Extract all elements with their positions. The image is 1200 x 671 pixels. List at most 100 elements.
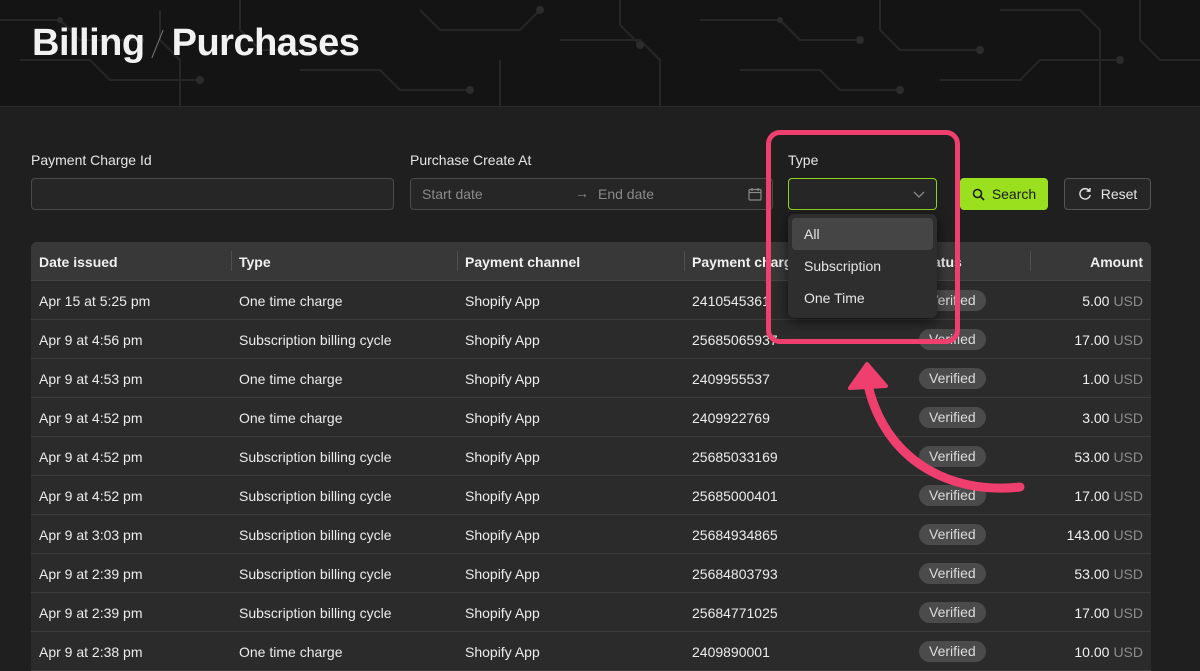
amount-currency: USD bbox=[1113, 410, 1143, 426]
cell-channel: Shopify App bbox=[465, 449, 540, 465]
amount-currency: USD bbox=[1113, 644, 1143, 660]
amount-value: 53.00 bbox=[1074, 566, 1110, 582]
column-divider bbox=[457, 251, 458, 271]
reload-icon bbox=[1078, 187, 1091, 200]
table-row[interactable]: Apr 9 at 2:39 pm Subscription billing cyc… bbox=[31, 554, 1151, 593]
amount-value: 5.00 bbox=[1082, 293, 1110, 309]
amount-value: 17.00 bbox=[1074, 332, 1110, 348]
cell-amount: 3.00 USD bbox=[1082, 410, 1143, 426]
cell-amount: 53.00 USD bbox=[1074, 566, 1143, 582]
page-title: Purchases bbox=[171, 22, 360, 64]
status-badge: Verified bbox=[919, 563, 986, 584]
cell-charge: 25685065937 bbox=[692, 332, 778, 348]
cell-charge: 25684934865 bbox=[692, 527, 778, 543]
cell-date: Apr 9 at 4:53 pm bbox=[39, 371, 143, 387]
amount-currency: USD bbox=[1113, 293, 1143, 309]
cell-date: Apr 9 at 3:03 pm bbox=[39, 527, 143, 543]
cell-channel: Shopify App bbox=[465, 605, 540, 621]
cell-date: Apr 9 at 4:56 pm bbox=[39, 332, 143, 348]
annotation-arrow-icon bbox=[848, 362, 1025, 493]
cell-channel: Shopify App bbox=[465, 488, 540, 504]
cell-charge: 25684771025 bbox=[692, 605, 778, 621]
payment-charge-id-input[interactable] bbox=[31, 178, 394, 210]
cell-amount: 17.00 USD bbox=[1074, 488, 1143, 504]
amount-value: 53.00 bbox=[1074, 449, 1110, 465]
cell-charge: 25685033169 bbox=[692, 449, 778, 465]
cell-type: One time charge bbox=[239, 644, 343, 660]
cell-charge: 2409955537 bbox=[692, 371, 770, 387]
purchase-create-at-label: Purchase Create At bbox=[410, 152, 532, 168]
date-range-separator: → bbox=[575, 185, 589, 201]
table-row[interactable]: Apr 9 at 2:39 pm Subscription billing cyc… bbox=[31, 593, 1151, 632]
cell-date: Apr 9 at 2:38 pm bbox=[39, 644, 143, 660]
amount-value: 3.00 bbox=[1082, 410, 1110, 426]
cell-amount: 143.00 USD bbox=[1067, 527, 1143, 543]
amount-currency: USD bbox=[1113, 332, 1143, 348]
amount-currency: USD bbox=[1113, 488, 1143, 504]
column-header-amount[interactable]: Amount bbox=[1090, 254, 1143, 270]
cell-date: Apr 9 at 4:52 pm bbox=[39, 449, 143, 465]
status-badge: Verified bbox=[919, 641, 986, 662]
cell-date: Apr 9 at 2:39 pm bbox=[39, 566, 143, 582]
cell-date: Apr 9 at 4:52 pm bbox=[39, 410, 143, 426]
amount-currency: USD bbox=[1113, 605, 1143, 621]
cell-date: Apr 9 at 2:39 pm bbox=[39, 605, 143, 621]
cell-date: Apr 15 at 5:25 pm bbox=[39, 293, 151, 309]
amount-value: 1.00 bbox=[1082, 371, 1110, 387]
cell-date: Apr 9 at 4:52 pm bbox=[39, 488, 143, 504]
payment-charge-id-label: Payment Charge Id bbox=[31, 152, 152, 168]
end-date-input[interactable]: End date bbox=[598, 186, 654, 202]
reset-button[interactable]: Reset bbox=[1064, 178, 1151, 210]
page-header: Billing Purchases bbox=[0, 0, 1200, 107]
column-header-type[interactable]: Type bbox=[239, 254, 271, 270]
column-divider bbox=[1030, 251, 1031, 271]
calendar-icon bbox=[748, 188, 762, 201]
cell-amount: 17.00 USD bbox=[1074, 332, 1143, 348]
cell-type: Subscription billing cycle bbox=[239, 449, 392, 465]
column-divider bbox=[231, 251, 232, 271]
cell-type: One time charge bbox=[239, 371, 343, 387]
amount-currency: USD bbox=[1113, 527, 1143, 543]
breadcrumb: Billing Purchases bbox=[32, 22, 360, 65]
reset-button-label: Reset bbox=[1100, 186, 1138, 202]
cell-type: Subscription billing cycle bbox=[239, 605, 392, 621]
breadcrumb-parent[interactable]: Billing bbox=[32, 22, 145, 65]
cell-channel: Shopify App bbox=[465, 644, 540, 660]
cell-type: Subscription billing cycle bbox=[239, 488, 392, 504]
amount-currency: USD bbox=[1113, 449, 1143, 465]
cell-type: Subscription billing cycle bbox=[239, 566, 392, 582]
annotation-highlight-box bbox=[766, 130, 960, 344]
cell-channel: Shopify App bbox=[465, 527, 540, 543]
table-row[interactable]: Apr 9 at 3:03 pm Subscription billing cyc… bbox=[31, 515, 1151, 554]
column-header-channel[interactable]: Payment channel bbox=[465, 254, 580, 270]
table-row[interactable]: Apr 15 at 5:25 pm One time charge Shopify … bbox=[31, 281, 1151, 320]
cell-charge: 2410545361 bbox=[692, 293, 770, 309]
amount-value: 10.00 bbox=[1074, 644, 1110, 660]
breadcrumb-separator bbox=[151, 29, 164, 58]
date-range-picker[interactable]: Start date → End date bbox=[410, 178, 773, 210]
cell-channel: Shopify App bbox=[465, 293, 540, 309]
cell-charge: 2409922769 bbox=[692, 410, 770, 426]
search-button[interactable]: Search bbox=[960, 178, 1048, 210]
column-divider bbox=[684, 251, 685, 271]
start-date-input[interactable]: Start date bbox=[422, 186, 483, 202]
amount-value: 17.00 bbox=[1074, 488, 1110, 504]
table-row[interactable]: Apr 9 at 2:38 pm One time charge Shopify A… bbox=[31, 632, 1151, 671]
cell-charge: 2409890001 bbox=[692, 644, 770, 660]
amount-currency: USD bbox=[1113, 371, 1143, 387]
cell-charge: 25684803793 bbox=[692, 566, 778, 582]
status-badge: Verified bbox=[919, 524, 986, 545]
cell-amount: 53.00 USD bbox=[1074, 449, 1143, 465]
cell-charge: 25685000401 bbox=[692, 488, 778, 504]
cell-amount: 17.00 USD bbox=[1074, 605, 1143, 621]
amount-value: 17.00 bbox=[1074, 605, 1110, 621]
cell-amount: 10.00 USD bbox=[1074, 644, 1143, 660]
table-header: Date issued Type Payment channel Payment… bbox=[31, 242, 1151, 281]
cell-channel: Shopify App bbox=[465, 566, 540, 582]
column-header-date[interactable]: Date issued bbox=[39, 254, 118, 270]
search-icon bbox=[972, 188, 985, 201]
cell-type: One time charge bbox=[239, 410, 343, 426]
cell-type: One time charge bbox=[239, 293, 343, 309]
search-button-label: Search bbox=[991, 186, 1037, 202]
cell-channel: Shopify App bbox=[465, 410, 540, 426]
